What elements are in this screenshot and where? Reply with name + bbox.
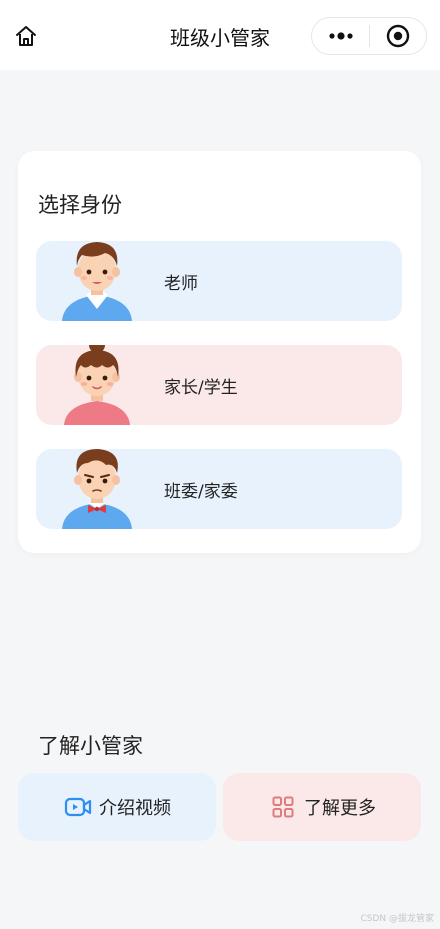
- learn-title: 了解小管家: [38, 734, 143, 758]
- role-label-teacher: 老师: [164, 274, 198, 294]
- close-circle-icon: [386, 24, 410, 48]
- committee-avatar: [62, 449, 132, 529]
- mini-program-capsule: [311, 17, 427, 55]
- role-label-committee: 班委/家委: [164, 482, 238, 502]
- role-committee[interactable]: 班委/家委: [36, 449, 402, 529]
- more-button[interactable]: [312, 18, 369, 54]
- grid-apps-icon: [268, 792, 298, 822]
- role-teacher[interactable]: 老师: [36, 241, 402, 321]
- watermark: CSDN @拔龙管家: [360, 914, 434, 924]
- video-camera-icon: [63, 792, 93, 822]
- more-dots-icon: [328, 32, 353, 40]
- role-label-parent-student: 家长/学生: [164, 378, 238, 398]
- parent-student-avatar: [64, 345, 130, 425]
- intro-video-button[interactable]: 介绍视频: [18, 773, 216, 841]
- role-parent-student[interactable]: 家长/学生: [36, 345, 402, 425]
- identity-title: 选择身份: [38, 193, 122, 217]
- navigation-bar: 班级小管家: [0, 0, 440, 70]
- learn-more-label: 了解更多: [304, 798, 376, 819]
- teacher-avatar: [62, 242, 132, 321]
- intro-video-label: 介绍视频: [99, 798, 171, 819]
- identity-card: 选择身份 老师 家长/学生 班委/家委: [18, 151, 421, 553]
- learn-more-button[interactable]: 了解更多: [223, 773, 421, 841]
- close-button[interactable]: [370, 18, 426, 54]
